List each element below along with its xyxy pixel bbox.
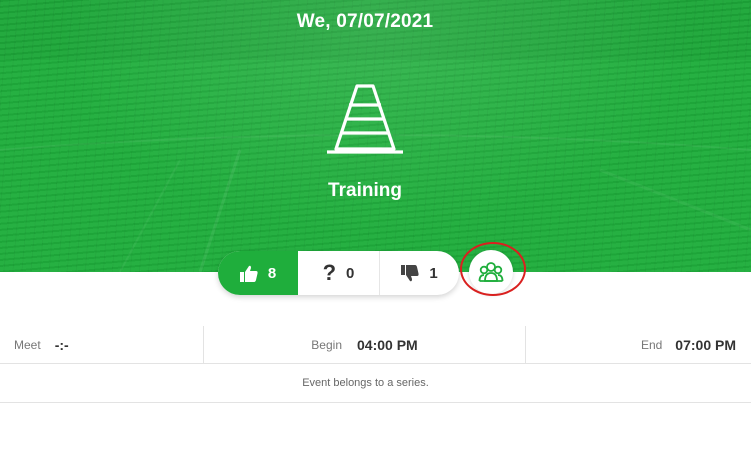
attendance-toggle: 8 ? 0 1 xyxy=(218,251,459,295)
attend-yes-count: 8 xyxy=(267,264,277,282)
thumbs-down-icon xyxy=(401,264,419,281)
group-icon xyxy=(478,262,504,282)
divider xyxy=(0,402,751,403)
question-mark-icon: ? xyxy=(322,260,337,285)
attend-no-count: 1 xyxy=(429,264,438,282)
attend-no-button[interactable]: 1 xyxy=(380,251,459,295)
event-header: We, 07/07/2021 Training xyxy=(0,0,751,272)
begin-label: Begin xyxy=(311,337,342,352)
end-label: End xyxy=(640,337,663,352)
begin-value: 04:00 PM xyxy=(357,336,418,353)
series-note: Event belongs to a series. xyxy=(302,377,429,389)
event-type-label: Training xyxy=(328,180,402,201)
event-times-row: Meet -:- Begin 04:00 PM End 07:00 PM xyxy=(0,326,751,364)
attend-yes-button[interactable]: 8 xyxy=(218,251,298,295)
attend-maybe-button[interactable]: ? 0 xyxy=(298,251,380,295)
meet-time: Meet -:- xyxy=(0,326,204,363)
attend-maybe-count: 0 xyxy=(346,264,355,282)
meet-label: Meet xyxy=(14,337,41,352)
meet-value: -:- xyxy=(54,336,69,353)
thumbs-up-icon xyxy=(239,265,258,282)
event-date: We, 07/07/2021 xyxy=(296,11,434,32)
end-value: 07:00 PM xyxy=(675,336,736,353)
end-time: End 07:00 PM xyxy=(526,326,751,363)
begin-time: Begin 04:00 PM xyxy=(204,326,526,363)
traffic-cone-icon xyxy=(327,84,403,154)
series-group-button[interactable] xyxy=(469,250,513,294)
